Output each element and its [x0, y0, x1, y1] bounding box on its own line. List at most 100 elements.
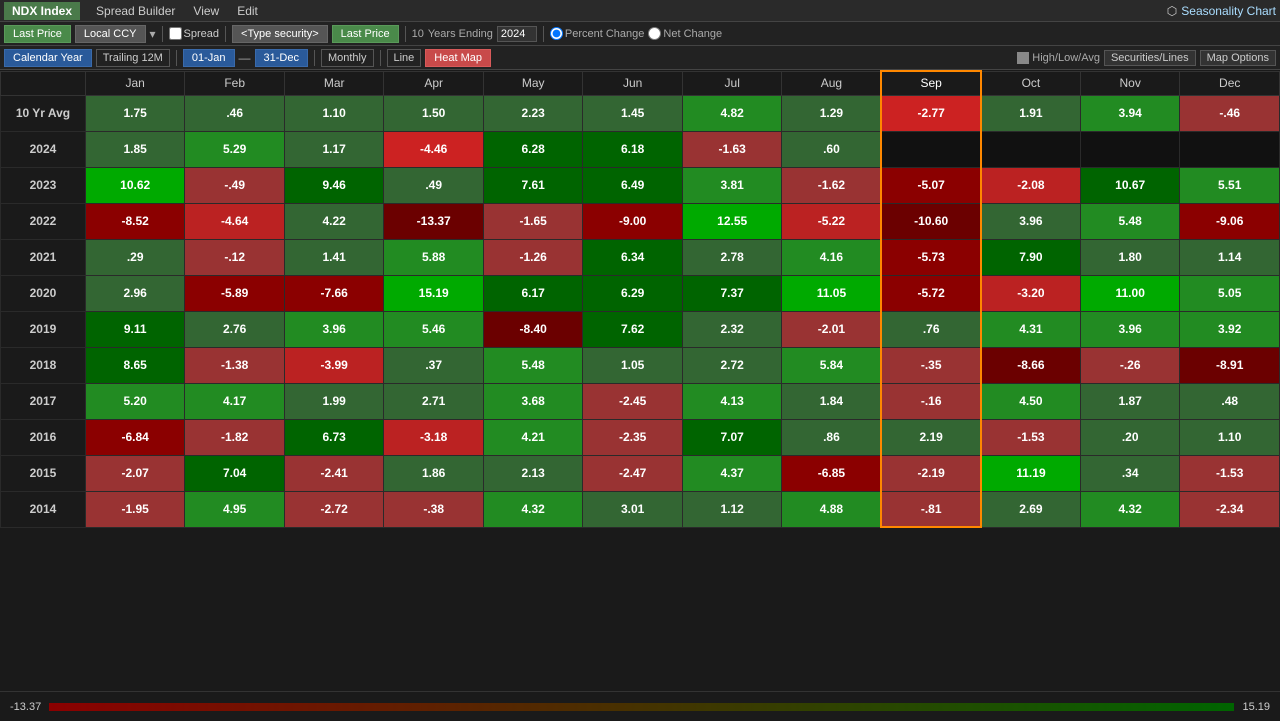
cell-2022-Jan[interactable]: -8.52 [85, 203, 185, 239]
cell-2014-Dec[interactable]: -2.34 [1180, 491, 1280, 527]
cell-2019-Jul[interactable]: 2.32 [682, 311, 782, 347]
cell-2021-Feb[interactable]: -.12 [185, 239, 285, 275]
net-change-radio-label[interactable]: Net Change [648, 27, 722, 40]
cell-2023-Aug[interactable]: -1.62 [782, 167, 882, 203]
cell-2024-Nov[interactable] [1080, 131, 1180, 167]
cell-2019-Jun[interactable]: 7.62 [583, 311, 683, 347]
cell-2017-Apr[interactable]: 2.71 [384, 383, 484, 419]
cell-2020-Oct[interactable]: -3.20 [981, 275, 1081, 311]
cell-2016-Oct[interactable]: -1.53 [981, 419, 1081, 455]
cell-2020-Nov[interactable]: 11.00 [1080, 275, 1180, 311]
cell-2017-May[interactable]: 3.68 [483, 383, 583, 419]
cell-2021-May[interactable]: -1.26 [483, 239, 583, 275]
monthly-btn[interactable]: Monthly [321, 49, 374, 67]
cell-10 Yr Avg-Jul[interactable]: 4.82 [682, 95, 782, 131]
cell-2018-Sep[interactable]: -.35 [881, 347, 981, 383]
cell-2024-May[interactable]: 6.28 [483, 131, 583, 167]
cell-2014-Mar[interactable]: -2.72 [284, 491, 384, 527]
cell-2016-Feb[interactable]: -1.82 [185, 419, 285, 455]
cell-2014-Aug[interactable]: 4.88 [782, 491, 882, 527]
cell-2019-Apr[interactable]: 5.46 [384, 311, 484, 347]
cell-2020-Jul[interactable]: 7.37 [682, 275, 782, 311]
cell-2016-Apr[interactable]: -3.18 [384, 419, 484, 455]
cell-2020-Sep[interactable]: -5.72 [881, 275, 981, 311]
seasonality-chart-btn[interactable]: Seasonality Chart [1181, 4, 1276, 18]
cell-2019-Nov[interactable]: 3.96 [1080, 311, 1180, 347]
cell-2023-Apr[interactable]: .49 [384, 167, 484, 203]
cell-2022-Jun[interactable]: -9.00 [583, 203, 683, 239]
year-end-input[interactable] [497, 26, 537, 42]
cell-2018-Aug[interactable]: 5.84 [782, 347, 882, 383]
cell-10 Yr Avg-May[interactable]: 2.23 [483, 95, 583, 131]
cell-2021-Jul[interactable]: 2.78 [682, 239, 782, 275]
cell-10 Yr Avg-Nov[interactable]: 3.94 [1080, 95, 1180, 131]
cell-2021-Apr[interactable]: 5.88 [384, 239, 484, 275]
percent-change-radio-label[interactable]: Percent Change [550, 27, 645, 40]
cell-2021-Nov[interactable]: 1.80 [1080, 239, 1180, 275]
cell-2016-Mar[interactable]: 6.73 [284, 419, 384, 455]
cell-2015-Aug[interactable]: -6.85 [782, 455, 882, 491]
cell-2019-Jan[interactable]: 9.11 [85, 311, 185, 347]
spread-checkbox-label[interactable]: Spread [169, 27, 219, 40]
securities-lines-btn[interactable]: Securities/Lines [1104, 50, 1196, 66]
heat-map-btn[interactable]: Heat Map [425, 49, 491, 67]
cell-10 Yr Avg-Jun[interactable]: 1.45 [583, 95, 683, 131]
cell-2021-Mar[interactable]: 1.41 [284, 239, 384, 275]
local-ccy-btn[interactable]: Local CCY [75, 25, 146, 43]
cell-10 Yr Avg-Sep[interactable]: -2.77 [881, 95, 981, 131]
cell-2017-Aug[interactable]: 1.84 [782, 383, 882, 419]
cell-2023-Dec[interactable]: 5.51 [1180, 167, 1280, 203]
map-options-btn[interactable]: Map Options [1200, 50, 1276, 66]
view-menu[interactable]: View [185, 2, 227, 20]
cell-2015-Jan[interactable]: -2.07 [85, 455, 185, 491]
cell-2018-Apr[interactable]: .37 [384, 347, 484, 383]
cell-2014-Jun[interactable]: 3.01 [583, 491, 683, 527]
cell-2019-Feb[interactable]: 2.76 [185, 311, 285, 347]
cell-2019-Aug[interactable]: -2.01 [782, 311, 882, 347]
cell-2014-Jan[interactable]: -1.95 [85, 491, 185, 527]
cell-2024-Dec[interactable] [1180, 131, 1280, 167]
cell-2014-Oct[interactable]: 2.69 [981, 491, 1081, 527]
cell-2022-Sep[interactable]: -10.60 [881, 203, 981, 239]
cell-2015-Nov[interactable]: .34 [1080, 455, 1180, 491]
date-end-btn[interactable]: 31-Dec [255, 49, 308, 67]
cell-2024-Feb[interactable]: 5.29 [185, 131, 285, 167]
cell-2014-Sep[interactable]: -.81 [881, 491, 981, 527]
percent-change-radio[interactable] [550, 27, 563, 40]
cell-2023-Jul[interactable]: 3.81 [682, 167, 782, 203]
cell-2018-Feb[interactable]: -1.38 [185, 347, 285, 383]
cell-2020-Aug[interactable]: 11.05 [782, 275, 882, 311]
cell-2024-Oct[interactable] [981, 131, 1081, 167]
cell-2024-Mar[interactable]: 1.17 [284, 131, 384, 167]
cell-2024-Apr[interactable]: -4.46 [384, 131, 484, 167]
cell-2021-Dec[interactable]: 1.14 [1180, 239, 1280, 275]
cell-2018-May[interactable]: 5.48 [483, 347, 583, 383]
cell-2017-Dec[interactable]: .48 [1180, 383, 1280, 419]
cell-2021-Oct[interactable]: 7.90 [981, 239, 1081, 275]
cell-2017-Oct[interactable]: 4.50 [981, 383, 1081, 419]
cell-2021-Sep[interactable]: -5.73 [881, 239, 981, 275]
cell-2015-Sep[interactable]: -2.19 [881, 455, 981, 491]
last-price-btn2[interactable]: Last Price [332, 25, 399, 43]
cell-2024-Sep[interactable] [881, 131, 981, 167]
cell-2019-Sep[interactable]: .76 [881, 311, 981, 347]
cell-2015-Jun[interactable]: -2.47 [583, 455, 683, 491]
cell-2024-Jul[interactable]: -1.63 [682, 131, 782, 167]
date-start-btn[interactable]: 01-Jan [183, 49, 235, 67]
cell-2016-Nov[interactable]: .20 [1080, 419, 1180, 455]
cell-2022-Apr[interactable]: -13.37 [384, 203, 484, 239]
cell-10 Yr Avg-Jan[interactable]: 1.75 [85, 95, 185, 131]
cell-10 Yr Avg-Feb[interactable]: .46 [185, 95, 285, 131]
cell-2020-Feb[interactable]: -5.89 [185, 275, 285, 311]
cell-2019-May[interactable]: -8.40 [483, 311, 583, 347]
cell-2015-Mar[interactable]: -2.41 [284, 455, 384, 491]
cell-2022-Feb[interactable]: -4.64 [185, 203, 285, 239]
spread-builder-btn[interactable]: Spread Builder [88, 2, 183, 20]
cell-2020-Jun[interactable]: 6.29 [583, 275, 683, 311]
type-security-btn[interactable]: <Type security> [232, 25, 328, 43]
cell-2017-Nov[interactable]: 1.87 [1080, 383, 1180, 419]
cell-2023-Oct[interactable]: -2.08 [981, 167, 1081, 203]
spread-checkbox[interactable] [169, 27, 182, 40]
cell-10 Yr Avg-Oct[interactable]: 1.91 [981, 95, 1081, 131]
cell-2016-Jan[interactable]: -6.84 [85, 419, 185, 455]
